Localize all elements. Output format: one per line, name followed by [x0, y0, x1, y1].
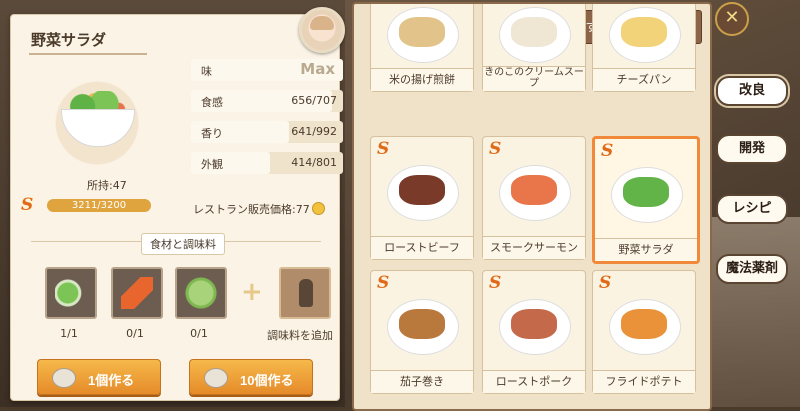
recipe-name: 野菜サラダ	[595, 238, 697, 261]
lettuce-icon	[185, 277, 217, 309]
title-divider	[29, 53, 147, 55]
stat-texture: 食感 656/707	[191, 90, 343, 112]
recipe-name: スモークサーモン	[483, 236, 585, 259]
rank-badge: S	[377, 273, 390, 293]
recipe-card[interactable]: S ローストポーク	[482, 270, 586, 394]
recipe-grid-panel: すべて❯ 米の揚げ煎餅きのこのクリームスープチーズパンSローストビーフSスモーク…	[352, 2, 712, 411]
recipe-name: ローストビーフ	[371, 236, 473, 259]
ingredient-count: 1/1	[60, 327, 78, 340]
dish-icon	[621, 17, 667, 47]
recipe-card[interactable]: S 野菜サラダ	[592, 136, 700, 264]
green-onion-icon	[55, 277, 87, 309]
tab-magic-potion[interactable]: 魔法薬剤	[716, 254, 788, 284]
recipe-card[interactable]: S フライドポテト	[592, 270, 696, 394]
recipe-name: ローストポーク	[483, 370, 585, 393]
dish-icon	[511, 175, 557, 205]
rank-badge: S	[489, 139, 502, 159]
recipe-card[interactable]: S スモークサーモン	[482, 136, 586, 260]
coin-icon	[311, 202, 325, 215]
dish-icon	[399, 175, 445, 205]
recipe-card[interactable]: きのこのクリームスープ	[482, 4, 586, 92]
make-ten-label: 10個作る	[240, 373, 294, 388]
owned-count: 所持:47	[87, 179, 127, 192]
tab-recipe[interactable]: レシピ	[716, 194, 788, 224]
recipe-card[interactable]: S 茄子巻き	[370, 270, 474, 394]
rank-badge: S	[601, 141, 614, 161]
recipe-name: 茄子巻き	[371, 370, 473, 393]
dish-detail-panel: 野菜サラダ 所持:47 S 3211/3200 味 Max 食感 656/707…	[10, 7, 345, 401]
make-one-label: 1個作る	[88, 373, 135, 388]
dish-icon	[623, 177, 669, 207]
dish-icon	[399, 17, 445, 47]
recipe-card[interactable]: チーズパン	[592, 4, 696, 92]
recipe-name: フライドポテト	[593, 370, 695, 393]
stat-value: 414/801	[291, 156, 337, 169]
ingredient-slot-carrot[interactable]	[111, 267, 163, 319]
rank-badge: S	[599, 273, 612, 293]
add-seasoning-label: 調味料を追加	[267, 329, 333, 342]
stat-taste: 味 Max	[191, 59, 343, 81]
stat-value: 656/707	[291, 94, 337, 107]
price-text: レストラン販売価格:77	[193, 203, 310, 216]
stat-label: 香り	[201, 127, 223, 140]
stat-appearance: 外観 414/801	[191, 152, 343, 174]
dish-icon	[511, 309, 557, 339]
bowl-icon	[61, 109, 135, 147]
ingredient-slot-green-onion[interactable]	[45, 267, 97, 319]
recipe-card[interactable]: S ローストビーフ	[370, 136, 474, 260]
ingredient-slot-lettuce[interactable]	[175, 267, 227, 319]
recipe-name: チーズパン	[593, 68, 695, 91]
cooking-pot-icon	[204, 368, 228, 388]
dish-title: 野菜サラダ	[31, 31, 107, 49]
ingredient-count: 0/1	[190, 327, 208, 340]
tab-improve[interactable]: 改良	[716, 76, 788, 106]
recipe-name: 米の揚げ煎餅	[371, 68, 473, 91]
stat-aroma: 香り 641/992	[191, 121, 343, 143]
exp-bar: 3211/3200	[47, 199, 151, 212]
recipe-card[interactable]: 米の揚げ煎餅	[370, 4, 474, 92]
make-one-button[interactable]: 1個作る	[37, 359, 161, 395]
ingredients-header: 食材と調味料	[141, 233, 225, 255]
stat-label: 外観	[201, 158, 223, 171]
dish-icon	[621, 309, 667, 339]
stat-value: Max	[300, 60, 335, 78]
dish-icon	[399, 309, 445, 339]
carrot-icon	[121, 277, 153, 309]
tab-develop[interactable]: 開発	[716, 134, 788, 164]
character-avatar[interactable]	[299, 7, 345, 53]
stat-value: 641/992	[291, 125, 337, 138]
recipe-name: きのこのクリームスープ	[483, 66, 585, 91]
rank-badge: S	[377, 139, 390, 159]
add-seasoning-slot[interactable]	[279, 267, 331, 319]
stat-label: 食感	[201, 96, 223, 109]
stat-label: 味	[201, 65, 212, 78]
close-button[interactable]: ✕	[715, 2, 749, 36]
exp-text: 3211/3200	[71, 200, 127, 211]
rank-badge: S	[489, 273, 502, 293]
restaurant-price: レストラン販売価格:77	[193, 201, 325, 217]
rank-badge: S	[21, 195, 34, 215]
dish-image	[49, 75, 145, 171]
dish-icon	[511, 17, 557, 47]
seasoning-shaker-icon	[299, 279, 313, 307]
plus-icon: +	[241, 277, 263, 307]
ingredient-count: 0/1	[126, 327, 144, 340]
make-ten-button[interactable]: 10個作る	[189, 359, 313, 395]
cooking-pot-icon	[52, 368, 76, 388]
